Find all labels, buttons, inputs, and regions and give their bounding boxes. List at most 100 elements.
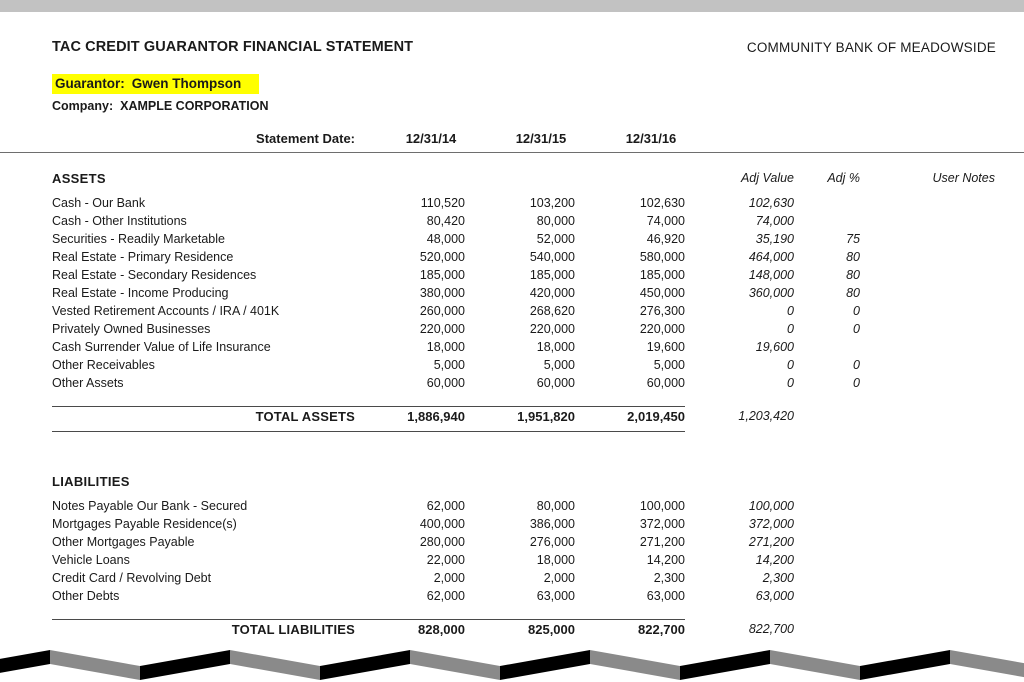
cell-c2: 100,000 [639, 499, 685, 513]
cell-c2: 2,300 [653, 571, 685, 585]
column-header-date-2: 12/31/16 [625, 131, 677, 146]
table-row: Credit Card / Revolving Debt 2,000 2,000 2,… [0, 571, 1024, 589]
cell-c0: 80,420 [426, 214, 465, 228]
zigzag-segment-dark [0, 650, 50, 673]
table-row: Cash - Other Institutions 80,420 80,000 74,… [0, 214, 1024, 232]
cell-adj-value: 0 [787, 358, 794, 372]
table-row: Mortgages Payable Residence(s) 400,000 386… [0, 517, 1024, 535]
guarantor-line: Guarantor: Gwen Thompson [52, 74, 260, 94]
liabilities-total-adj-value: 822,700 [748, 622, 794, 636]
cell-adj-value: 0 [787, 376, 794, 390]
assets-total-adj-value: 1,203,420 [738, 409, 794, 423]
assets-total-row: TOTAL ASSETS 1,886,940 1,951,820 2,019,4… [0, 407, 1024, 429]
company-line: Company: XAMPLE CORPORATION [52, 99, 269, 113]
liabilities-total-c1: 825,000 [528, 622, 575, 637]
label: Other Assets [52, 376, 124, 390]
label: Vehicle Loans [52, 553, 130, 567]
cell-c2: 220,000 [639, 322, 685, 336]
cell-c2: 60,000 [646, 376, 685, 390]
cell-c1: 52,000 [536, 232, 575, 246]
cell-c0: 60,000 [426, 376, 465, 390]
cell-c2: 580,000 [639, 250, 685, 264]
cell-c2: 63,000 [646, 589, 685, 603]
cell-c1: 5,000 [543, 358, 575, 372]
table-row: Other Assets 60,000 60,000 60,000 0 0 [0, 376, 1024, 394]
liabilities-total-c2: 822,700 [638, 622, 685, 637]
table-row: Real Estate - Secondary Residences 185,00… [0, 268, 1024, 286]
liabilities-total-c0: 828,000 [418, 622, 465, 637]
cell-c1: 420,000 [529, 286, 575, 300]
cell-c0: 22,000 [426, 553, 465, 567]
zigzag-segment-light [590, 650, 680, 680]
cell-adj-value: 19,600 [755, 340, 794, 354]
cell-adj-value: 102,630 [748, 196, 794, 210]
assets-total-c2: 2,019,450 [627, 409, 685, 424]
cell-adj-value: 271,200 [748, 535, 794, 549]
cell-adj-value: 63,000 [755, 589, 794, 603]
header-divider [0, 152, 1024, 153]
guarantor-label: Guarantor: [55, 76, 125, 91]
cell-adj-value: 464,000 [748, 250, 794, 264]
cell-c1: 80,000 [536, 499, 575, 513]
table-row: Cash - Our Bank 110,520 103,200 102,630 102,… [0, 196, 1024, 214]
cell-c0: 280,000 [419, 535, 465, 549]
company-label: Company: [52, 99, 114, 113]
table-row: Vehicle Loans 22,000 18,000 14,200 14,200 [0, 553, 1024, 571]
label: Other Receivables [52, 358, 155, 372]
cell-c2: 276,300 [639, 304, 685, 318]
label: Cash Surrender Value of Life Insurance [52, 340, 271, 354]
cell-adj-value: 14,200 [755, 553, 794, 567]
cell-c2: 5,000 [653, 358, 685, 372]
cell-c1: 18,000 [536, 340, 575, 354]
label: Real Estate - Secondary Residences [52, 268, 257, 282]
cell-adj-pct: 0 [853, 322, 860, 336]
table-row: Other Debts 62,000 63,000 63,000 63,000 [0, 589, 1024, 607]
zigzag-segment-dark [860, 650, 950, 680]
zigzag-segment-light [50, 650, 140, 680]
label: Notes Payable Our Bank - Secured [52, 499, 248, 513]
company-name: XAMPLE CORPORATION [120, 99, 269, 113]
zigzag-segment-light [410, 650, 500, 680]
table-row: Privately Owned Businesses 220,000 220,000… [0, 322, 1024, 340]
cell-adj-pct: 80 [846, 250, 860, 264]
assets-total-c0: 1,886,940 [407, 409, 465, 424]
cell-c2: 74,000 [646, 214, 685, 228]
cell-adj-value: 372,000 [748, 517, 794, 531]
cell-c1: 103,200 [529, 196, 575, 210]
cell-c1: 220,000 [529, 322, 575, 336]
statement-date-label: Statement Date: [256, 131, 355, 146]
cell-c0: 220,000 [419, 322, 465, 336]
zigzag-segment-dark [680, 650, 770, 680]
zigzag-decoration-band [0, 650, 1024, 680]
page-title: TAC CREDIT GUARANTOR FINANCIAL STATEMENT [52, 39, 414, 55]
column-header-adj-pct: Adj % [827, 171, 860, 185]
zigzag-segment-dark [320, 650, 410, 680]
cell-c1: 268,620 [529, 304, 575, 318]
label: Real Estate - Income Producing [52, 286, 229, 300]
cell-c0: 260,000 [419, 304, 465, 318]
cell-c2: 14,200 [646, 553, 685, 567]
cell-c1: 386,000 [529, 517, 575, 531]
assets-total-label: TOTAL ASSETS [255, 409, 355, 424]
cell-c0: 185,000 [419, 268, 465, 282]
cell-adj-pct: 0 [853, 358, 860, 372]
label: Cash - Other Institutions [52, 214, 187, 228]
zigzag-segment-light [770, 650, 860, 680]
cell-c0: 520,000 [419, 250, 465, 264]
cell-c1: 185,000 [529, 268, 575, 282]
cell-adj-pct: 80 [846, 286, 860, 300]
cell-adj-value: 360,000 [748, 286, 794, 300]
cell-c1: 2,000 [543, 571, 575, 585]
label: Credit Card / Revolving Debt [52, 571, 212, 585]
table-row: Vested Retirement Accounts / IRA / 401K 2… [0, 304, 1024, 322]
cell-c0: 48,000 [426, 232, 465, 246]
assets-total-c1: 1,951,820 [517, 409, 575, 424]
cell-c2: 46,920 [646, 232, 685, 246]
cell-c2: 19,600 [646, 340, 685, 354]
cell-adj-pct: 0 [853, 304, 860, 318]
cell-adj-value: 2,300 [762, 571, 794, 585]
statement-page: TAC CREDIT GUARANTOR FINANCIAL STATEMENT… [0, 12, 1024, 682]
column-header-date-0: 12/31/14 [405, 131, 457, 146]
cell-c2: 102,630 [639, 196, 685, 210]
label: Other Mortgages Payable [52, 535, 195, 549]
